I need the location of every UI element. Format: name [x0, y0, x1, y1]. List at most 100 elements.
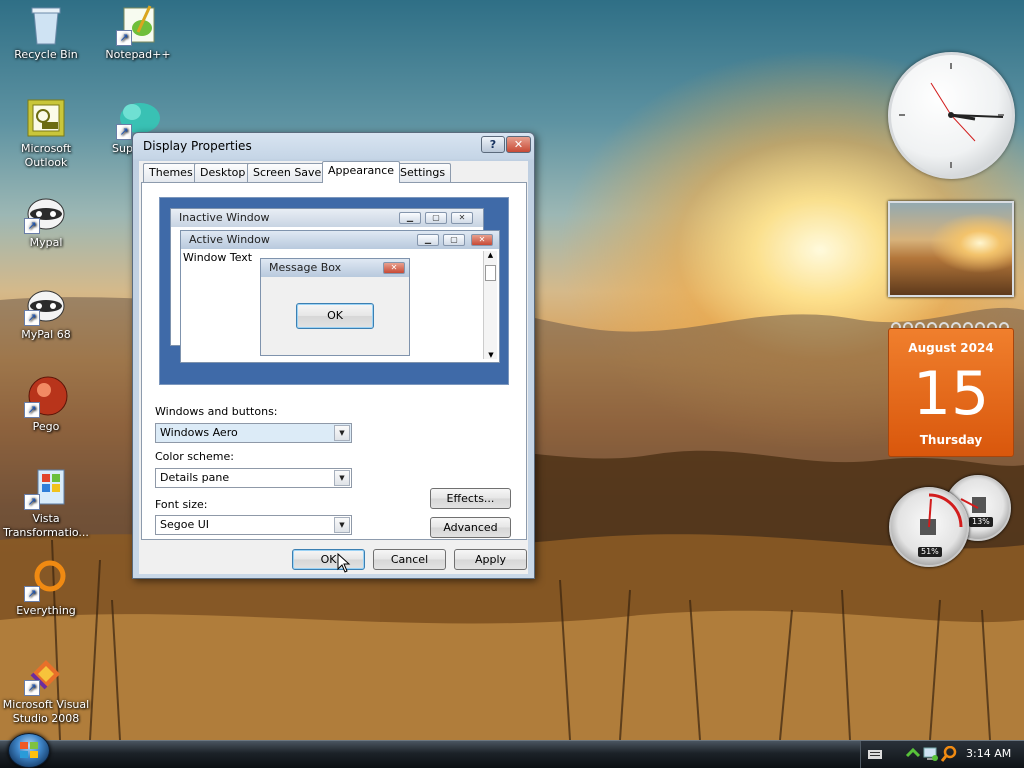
desktop-icon-notepad-plus-plus[interactable]: ↗ Notepad++	[92, 2, 184, 62]
calendar-gadget[interactable]: August 2024 15 Thursday	[888, 320, 1014, 457]
pego-icon: ↗	[24, 374, 68, 418]
shortcut-arrow-icon: ↗	[24, 402, 40, 418]
preview-ok-button: OK	[296, 303, 374, 329]
visual-studio-icon: ↗	[24, 652, 68, 696]
desktop-icon-label: Notepad++	[105, 48, 171, 61]
chevron-down-icon[interactable]: ▼	[334, 470, 350, 486]
color-scheme-value: Details pane	[160, 471, 230, 484]
search-icon[interactable]	[941, 746, 957, 762]
cancel-button[interactable]: Cancel	[373, 549, 446, 570]
mouse-cursor-icon	[337, 553, 351, 573]
cpu-percent: 51%	[918, 547, 942, 557]
close-button[interactable]: ✕	[506, 136, 531, 153]
desktop-icon-label: MyPal 68	[21, 328, 71, 341]
cpu-meter-gadget[interactable]: 51%	[889, 487, 969, 567]
font-size-select[interactable]: Segoe UI ▼	[155, 515, 352, 535]
desktop-icon-label: Transformatio...	[3, 526, 89, 539]
desktop-icon-recycle-bin[interactable]: Recycle Bin	[0, 2, 92, 62]
computer-icon[interactable]	[923, 746, 939, 762]
display-properties-window[interactable]: Display Properties ? ✕ Themes Desktop Sc…	[132, 132, 535, 579]
vista-transformation-icon: ↗	[24, 466, 68, 510]
apply-button[interactable]: Apply	[454, 549, 527, 570]
scroll-down-icon: ▼	[488, 351, 494, 359]
recycle-bin-icon	[24, 2, 68, 46]
mypal-icon: ↗	[24, 190, 68, 234]
appearance-panel: Inactive Window ▁ ▢ ✕ Active Window ▁ ▢ …	[141, 182, 527, 540]
chevron-down-icon[interactable]: ▼	[334, 517, 350, 533]
preview-message-box: Message Box ✕ OK	[260, 258, 410, 356]
preview-scrollbar: ▲ ▼	[483, 251, 497, 359]
shortcut-arrow-icon: ↗	[24, 586, 40, 602]
scroll-up-icon: ▲	[487, 251, 494, 259]
memory-percent: 13%	[969, 517, 993, 527]
shortcut-arrow-icon: ↗	[24, 494, 40, 510]
scroll-thumb	[485, 265, 496, 281]
desktop-icon-mypal[interactable]: ↗ Mypal	[0, 190, 92, 250]
desktop-icon-label: Everything	[16, 604, 76, 617]
calendar-month: August 2024	[908, 341, 994, 355]
close-icon: ✕	[471, 234, 493, 246]
windows-and-buttons-value: Windows Aero	[160, 426, 238, 439]
desktop-icon-label: Microsoft Visual	[2, 698, 90, 711]
tab-settings[interactable]: Settings	[394, 163, 452, 182]
shortcut-arrow-icon: ↗	[116, 30, 132, 46]
desktop-icon-label: Outlook	[24, 156, 68, 169]
network-icon[interactable]	[905, 746, 921, 762]
desktop-icon-label: Mypal	[29, 236, 63, 249]
mypal-68-icon: ↗	[24, 282, 68, 326]
clock-gadget[interactable]	[888, 52, 1015, 179]
windows-and-buttons-label: Windows and buttons:	[155, 405, 278, 418]
tab-screen-saver[interactable]: Screen Saver	[247, 163, 332, 182]
calendar-page: August 2024 15 Thursday	[888, 328, 1014, 457]
windows-and-buttons-select[interactable]: Windows Aero ▼	[155, 423, 352, 443]
desktop-icon-label: Microsoft	[20, 142, 72, 155]
shortcut-arrow-icon: ↗	[24, 680, 40, 696]
notepad-plus-plus-icon: ↗	[116, 2, 160, 46]
outlook-icon	[24, 96, 68, 140]
desktop-icon-label: Recycle Bin	[14, 48, 78, 61]
minimize-icon: ▁	[399, 212, 421, 224]
chevron-down-icon[interactable]: ▼	[334, 425, 350, 441]
shortcut-arrow-icon: ↗	[116, 124, 132, 140]
dialog-body: Themes Desktop Screen Saver Appearance S…	[139, 161, 528, 574]
calendar-day: 15	[912, 359, 990, 429]
advanced-button[interactable]: Advanced	[430, 517, 511, 538]
desktop-icon-pego[interactable]: ↗ Pego	[0, 374, 92, 434]
color-scheme-select[interactable]: Details pane ▼	[155, 468, 352, 488]
tab-desktop[interactable]: Desktop	[194, 163, 252, 182]
tab-themes[interactable]: Themes	[143, 163, 199, 182]
appearance-preview: Inactive Window ▁ ▢ ✕ Active Window ▁ ▢ …	[159, 197, 509, 385]
maximize-icon: ▢	[443, 234, 465, 246]
title-bar[interactable]: Display Properties ? ✕	[133, 133, 534, 159]
desktop-icon-label: Pego	[32, 420, 60, 433]
ok-button[interactable]: OK	[292, 549, 365, 570]
desktop-icon-label: Studio 2008	[12, 712, 80, 725]
minimize-icon: ▁	[417, 234, 439, 246]
shortcut-arrow-icon: ↗	[24, 310, 40, 326]
tray-clock[interactable]: 3:14 AM	[966, 747, 1011, 760]
windows-logo-icon	[20, 742, 38, 758]
slideshow-gadget[interactable]	[888, 201, 1014, 297]
shortcut-arrow-icon: ↗	[24, 218, 40, 234]
calendar-weekday: Thursday	[919, 433, 983, 447]
desktop-icon-mypal-68[interactable]: ↗ MyPal 68	[0, 282, 92, 342]
desktop-icon-visual-studio[interactable]: ↗ Microsoft Visual Studio 2008	[0, 652, 92, 726]
desktop-icon-microsoft-outlook[interactable]: Microsoft Outlook	[0, 96, 92, 170]
maximize-icon: ▢	[425, 212, 447, 224]
everything-icon: ↗	[24, 558, 68, 602]
effects-button[interactable]: Effects...	[430, 488, 511, 509]
start-button[interactable]	[8, 733, 50, 768]
window-title: Display Properties	[143, 139, 252, 153]
close-icon: ✕	[383, 262, 405, 274]
font-size-value: Segoe UI	[160, 518, 210, 531]
color-scheme-label: Color scheme:	[155, 450, 234, 463]
font-size-label: Font size:	[155, 498, 208, 511]
desktop-icon-vista-transformation[interactable]: ↗ Vista Transformatio...	[0, 466, 92, 540]
tab-appearance[interactable]: Appearance	[322, 161, 401, 183]
clock-face-icon	[899, 63, 1004, 168]
help-button[interactable]: ?	[481, 136, 505, 153]
desktop-icon-label: Vista	[32, 512, 60, 525]
keyboard-icon[interactable]	[868, 748, 882, 760]
close-icon: ✕	[451, 212, 473, 224]
desktop-icon-everything[interactable]: ↗ Everything	[0, 558, 92, 618]
